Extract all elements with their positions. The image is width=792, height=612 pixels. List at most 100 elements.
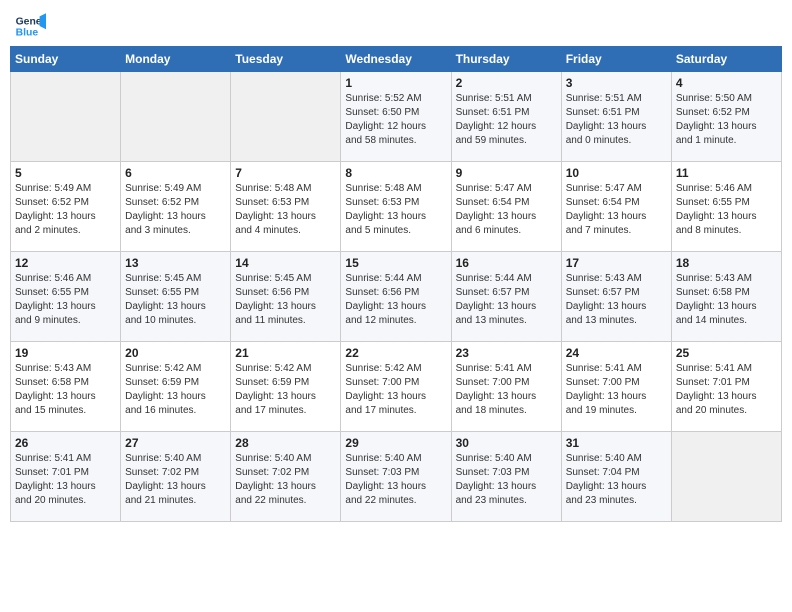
calendar-header: SundayMondayTuesdayWednesdayThursdayFrid… <box>11 47 782 72</box>
day-number: 14 <box>235 256 336 270</box>
calendar-cell <box>671 432 781 522</box>
day-number: 11 <box>676 166 777 180</box>
calendar-cell: 28 Sunrise: 5:40 AM Sunset: 7:02 PM Dayli… <box>231 432 341 522</box>
calendar-cell: 20 Sunrise: 5:42 AM Sunset: 6:59 PM Dayli… <box>121 342 231 432</box>
day-number: 10 <box>566 166 667 180</box>
day-content: Sunrise: 5:40 AM Sunset: 7:03 PM Dayligh… <box>456 452 557 508</box>
day-content: Sunrise: 5:40 AM Sunset: 7:04 PM Dayligh… <box>566 452 667 508</box>
day-header-friday: Friday <box>561 47 671 72</box>
day-content: Sunrise: 5:49 AM Sunset: 6:52 PM Dayligh… <box>15 182 116 238</box>
day-content: Sunrise: 5:51 AM Sunset: 6:51 PM Dayligh… <box>456 92 557 148</box>
calendar-cell: 6 Sunrise: 5:49 AM Sunset: 6:52 PM Daylig… <box>121 162 231 252</box>
calendar-cell: 8 Sunrise: 5:48 AM Sunset: 6:53 PM Daylig… <box>341 162 451 252</box>
day-number: 12 <box>15 256 116 270</box>
logo: General Blue <box>14 10 46 42</box>
day-header-monday: Monday <box>121 47 231 72</box>
day-number: 20 <box>125 346 226 360</box>
day-number: 2 <box>456 76 557 90</box>
day-number: 29 <box>345 436 446 450</box>
day-number: 16 <box>456 256 557 270</box>
day-content: Sunrise: 5:41 AM Sunset: 7:01 PM Dayligh… <box>676 362 777 418</box>
svg-text:Blue: Blue <box>16 28 39 39</box>
day-number: 15 <box>345 256 446 270</box>
day-number: 24 <box>566 346 667 360</box>
calendar-cell: 11 Sunrise: 5:46 AM Sunset: 6:55 PM Dayli… <box>671 162 781 252</box>
calendar-week-2: 5 Sunrise: 5:49 AM Sunset: 6:52 PM Daylig… <box>11 162 782 252</box>
calendar-cell: 3 Sunrise: 5:51 AM Sunset: 6:51 PM Daylig… <box>561 72 671 162</box>
calendar-cell: 26 Sunrise: 5:41 AM Sunset: 7:01 PM Dayli… <box>11 432 121 522</box>
calendar-week-5: 26 Sunrise: 5:41 AM Sunset: 7:01 PM Dayli… <box>11 432 782 522</box>
day-number: 26 <box>15 436 116 450</box>
day-content: Sunrise: 5:50 AM Sunset: 6:52 PM Dayligh… <box>676 92 777 148</box>
day-content: Sunrise: 5:44 AM Sunset: 6:56 PM Dayligh… <box>345 272 446 328</box>
day-number: 23 <box>456 346 557 360</box>
day-content: Sunrise: 5:43 AM Sunset: 6:57 PM Dayligh… <box>566 272 667 328</box>
day-content: Sunrise: 5:41 AM Sunset: 7:01 PM Dayligh… <box>15 452 116 508</box>
day-number: 7 <box>235 166 336 180</box>
day-number: 31 <box>566 436 667 450</box>
calendar-cell: 5 Sunrise: 5:49 AM Sunset: 6:52 PM Daylig… <box>11 162 121 252</box>
day-number: 28 <box>235 436 336 450</box>
day-content: Sunrise: 5:40 AM Sunset: 7:02 PM Dayligh… <box>125 452 226 508</box>
page-header: General Blue <box>10 10 782 42</box>
day-content: Sunrise: 5:47 AM Sunset: 6:54 PM Dayligh… <box>566 182 667 238</box>
calendar-cell: 9 Sunrise: 5:47 AM Sunset: 6:54 PM Daylig… <box>451 162 561 252</box>
calendar-cell: 27 Sunrise: 5:40 AM Sunset: 7:02 PM Dayli… <box>121 432 231 522</box>
day-number: 27 <box>125 436 226 450</box>
calendar-cell: 13 Sunrise: 5:45 AM Sunset: 6:55 PM Dayli… <box>121 252 231 342</box>
day-number: 9 <box>456 166 557 180</box>
day-content: Sunrise: 5:46 AM Sunset: 6:55 PM Dayligh… <box>676 182 777 238</box>
calendar-cell: 29 Sunrise: 5:40 AM Sunset: 7:03 PM Dayli… <box>341 432 451 522</box>
day-number: 22 <box>345 346 446 360</box>
calendar-cell: 14 Sunrise: 5:45 AM Sunset: 6:56 PM Dayli… <box>231 252 341 342</box>
day-number: 6 <box>125 166 226 180</box>
day-content: Sunrise: 5:44 AM Sunset: 6:57 PM Dayligh… <box>456 272 557 328</box>
calendar-cell: 18Sunrise: 5:43 AM Sunset: 6:58 PM Dayli… <box>671 252 781 342</box>
calendar-cell <box>121 72 231 162</box>
day-number: 17 <box>566 256 667 270</box>
calendar-cell: 31 Sunrise: 5:40 AM Sunset: 7:04 PM Dayli… <box>561 432 671 522</box>
day-content: Sunrise: 5:48 AM Sunset: 6:53 PM Dayligh… <box>235 182 336 238</box>
calendar-cell: 23 Sunrise: 5:41 AM Sunset: 7:00 PM Dayli… <box>451 342 561 432</box>
calendar-cell: 15 Sunrise: 5:44 AM Sunset: 6:56 PM Dayli… <box>341 252 451 342</box>
calendar-cell: 24 Sunrise: 5:41 AM Sunset: 7:00 PM Dayli… <box>561 342 671 432</box>
calendar-cell: 19 Sunrise: 5:43 AM Sunset: 6:58 PM Dayli… <box>11 342 121 432</box>
calendar-cell: 12Sunrise: 5:46 AM Sunset: 6:55 PM Dayli… <box>11 252 121 342</box>
day-content: Sunrise: 5:45 AM Sunset: 6:56 PM Dayligh… <box>235 272 336 328</box>
day-number: 5 <box>15 166 116 180</box>
day-content: Sunrise: 5:42 AM Sunset: 7:00 PM Dayligh… <box>345 362 446 418</box>
day-content: Sunrise: 5:43 AM Sunset: 6:58 PM Dayligh… <box>676 272 777 328</box>
calendar-cell: 4Sunrise: 5:50 AM Sunset: 6:52 PM Daylig… <box>671 72 781 162</box>
day-content: Sunrise: 5:45 AM Sunset: 6:55 PM Dayligh… <box>125 272 226 328</box>
day-content: Sunrise: 5:41 AM Sunset: 7:00 PM Dayligh… <box>456 362 557 418</box>
day-number: 8 <box>345 166 446 180</box>
day-content: Sunrise: 5:47 AM Sunset: 6:54 PM Dayligh… <box>456 182 557 238</box>
day-number: 3 <box>566 76 667 90</box>
day-content: Sunrise: 5:40 AM Sunset: 7:03 PM Dayligh… <box>345 452 446 508</box>
calendar-week-4: 19 Sunrise: 5:43 AM Sunset: 6:58 PM Dayli… <box>11 342 782 432</box>
calendar-cell <box>11 72 121 162</box>
calendar-cell: 10 Sunrise: 5:47 AM Sunset: 6:54 PM Dayli… <box>561 162 671 252</box>
calendar-cell <box>231 72 341 162</box>
day-content: Sunrise: 5:42 AM Sunset: 6:59 PM Dayligh… <box>125 362 226 418</box>
day-number: 13 <box>125 256 226 270</box>
day-number: 19 <box>15 346 116 360</box>
calendar-week-1: 1Sunrise: 5:52 AM Sunset: 6:50 PM Daylig… <box>11 72 782 162</box>
day-number: 1 <box>345 76 446 90</box>
calendar-cell: 22 Sunrise: 5:42 AM Sunset: 7:00 PM Dayli… <box>341 342 451 432</box>
day-content: Sunrise: 5:40 AM Sunset: 7:02 PM Dayligh… <box>235 452 336 508</box>
day-number: 21 <box>235 346 336 360</box>
calendar-cell: 21Sunrise: 5:42 AM Sunset: 6:59 PM Dayli… <box>231 342 341 432</box>
day-content: Sunrise: 5:48 AM Sunset: 6:53 PM Dayligh… <box>345 182 446 238</box>
day-header-saturday: Saturday <box>671 47 781 72</box>
day-content: Sunrise: 5:51 AM Sunset: 6:51 PM Dayligh… <box>566 92 667 148</box>
logo-icon: General Blue <box>14 10 46 42</box>
calendar-cell: 30Sunrise: 5:40 AM Sunset: 7:03 PM Dayli… <box>451 432 561 522</box>
day-content: Sunrise: 5:43 AM Sunset: 6:58 PM Dayligh… <box>15 362 116 418</box>
calendar-table: SundayMondayTuesdayWednesdayThursdayFrid… <box>10 46 782 522</box>
day-content: Sunrise: 5:41 AM Sunset: 7:00 PM Dayligh… <box>566 362 667 418</box>
day-content: Sunrise: 5:49 AM Sunset: 6:52 PM Dayligh… <box>125 182 226 238</box>
calendar-cell: 17 Sunrise: 5:43 AM Sunset: 6:57 PM Dayli… <box>561 252 671 342</box>
calendar-cell: 25Sunrise: 5:41 AM Sunset: 7:01 PM Dayli… <box>671 342 781 432</box>
calendar-cell: 2 Sunrise: 5:51 AM Sunset: 6:51 PM Daylig… <box>451 72 561 162</box>
